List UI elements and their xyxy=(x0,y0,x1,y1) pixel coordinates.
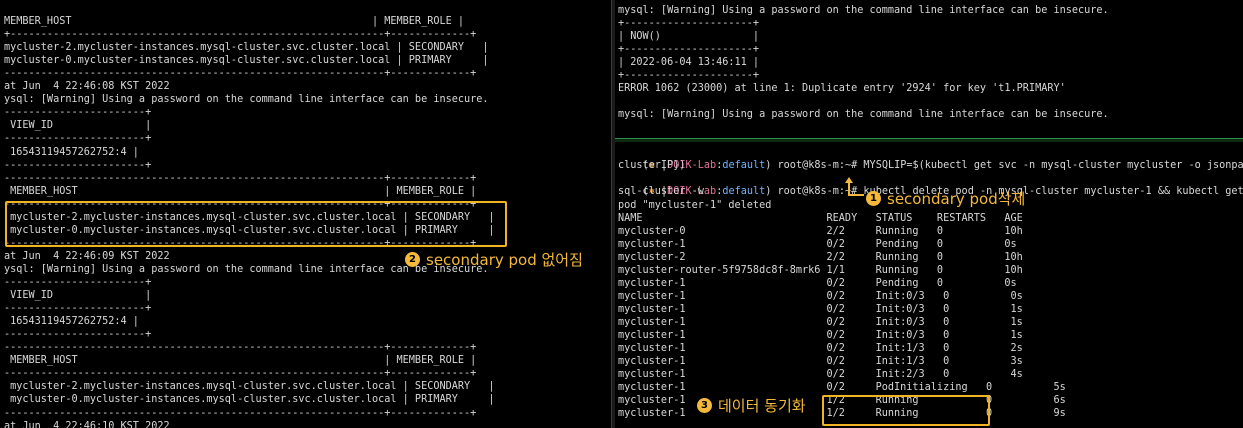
terminal-line: ----------------------------------------… xyxy=(4,172,477,184)
annotation-arrow xyxy=(848,183,864,196)
terminal-line: ----------------------------------------… xyxy=(4,407,477,419)
prompt-line-2: (⎈ |DOIK-Lab:default) root@k8s-m:~# kube… xyxy=(618,172,1243,197)
terminal-pane-right-top[interactable]: mysql: [Warning] Using a password on the… xyxy=(615,0,1243,138)
terminal-line: ----------------------------------------… xyxy=(4,342,477,354)
terminal-line: mycluster-1 0/2 Pending 0 0s xyxy=(618,239,1017,250)
terminal-line: ----------------------------------------… xyxy=(4,68,477,80)
terminal-line: mycluster-1 0/2 Init:2/3 0 4s xyxy=(618,369,1023,380)
terminal-line: mycluster-2.mycluster-instances.mysql-cl… xyxy=(4,42,489,54)
terminal-line: 16543119457262752:4 | xyxy=(4,146,139,158)
terminal-line: mycluster-router-5f9758dc8f-8mrk6 1/1 Ru… xyxy=(618,265,1023,276)
annotation-1-text: secondary pod삭제 xyxy=(887,190,1026,208)
terminal-line: mycluster-0 2/2 Running 0 10h xyxy=(618,226,1023,237)
terminal-line: MEMBER_HOST | MEMBER_ROLE | xyxy=(4,185,477,197)
terminal-line: -----------------------+ xyxy=(4,159,152,171)
terminal-line: mycluster-1 0/2 Init:1/3 0 3s xyxy=(618,356,1023,367)
annotation-3-text: 데이터 동기화 xyxy=(718,397,806,415)
terminal-line: -----------------------+ xyxy=(4,277,152,288)
prompt-user: root@k8s-m:~# xyxy=(771,160,864,171)
annotation-3: 3 데이터 동기화 xyxy=(697,395,806,416)
prompt-namespace: default xyxy=(722,160,766,171)
terminal-line: mysql: [Warning] Using a password on the… xyxy=(618,109,1109,120)
terminal-line: +---------------------+ xyxy=(618,70,760,81)
annotation-2: 2 secondary pod 없어짐 xyxy=(405,249,583,270)
terminal-line: mycluster-2.mycluster-instances.mysql-cl… xyxy=(4,381,495,393)
terminal-line: mycluster-1 0/2 Init:0/3 0 1s xyxy=(618,330,1023,341)
terminal-line: | NOW() | xyxy=(618,31,760,42)
terminal-line: ysql: [Warning] Using a password on the … xyxy=(4,94,489,106)
terminal-line: +---------------------------------------… xyxy=(4,29,477,41)
terminal-line: at Jun 4 22:46:08 KST 2022 xyxy=(4,81,170,93)
terminal-line: mycluster-0.mycluster-instances.mysql-cl… xyxy=(4,55,489,67)
terminal-line: -----------------------+ xyxy=(4,107,152,119)
terminal-pane-right-bottom[interactable]: (⎈ |DOIK-Lab:default) root@k8s-m:~# MYSQ… xyxy=(615,142,1243,428)
annotation-3-number: 3 xyxy=(697,398,712,413)
terminal-line: +---------------------+ xyxy=(618,18,760,29)
terminal-line: mysql: [Warning] Using a password on the… xyxy=(618,5,1109,16)
highlight-box-running xyxy=(822,395,990,426)
annotation-2-number: 2 xyxy=(405,252,420,267)
terminal-line: mycluster-0.mycluster-instances.mysql-cl… xyxy=(4,394,495,406)
terminal-line: ERROR 1062 (23000) at line 1: Duplicate … xyxy=(618,83,1066,94)
terminal-line: ----------------------------------------… xyxy=(4,368,477,380)
terminal-line: mycluster-1 0/2 Init:0/3 0 1s xyxy=(618,317,1023,328)
annotation-2-text: secondary pod 없어짐 xyxy=(426,251,583,269)
terminal-line: 16543119457262752:4 | xyxy=(4,316,139,328)
terminal-line: +---------------------+ xyxy=(618,44,760,55)
highlight-box-members xyxy=(5,201,507,247)
terminal-line: mycluster-1 0/2 Init:1/3 0 2s xyxy=(618,343,1023,354)
terminal-line: -----------------------+ xyxy=(4,329,152,341)
terminal-line: mycluster-2 2/2 Running 0 10h xyxy=(618,252,1023,263)
terminal-line: mycluster-1 0/2 Pending 0 0s xyxy=(618,278,1017,289)
annotation-arrow-head xyxy=(845,177,853,183)
prompt-line-1: (⎈ |DOIK-Lab:default) root@k8s-m:~# MYSQ… xyxy=(618,146,1243,171)
terminal-line: at Jun 4 22:46:10 KST 2022 xyxy=(4,420,170,428)
terminal-line: pod "mycluster-1" deleted xyxy=(618,200,772,211)
terminal-line: mycluster-1 0/2 Init:0/3 0 0s xyxy=(618,291,1023,302)
terminal-line: VIEW_ID | xyxy=(4,290,152,302)
command-continuation-2: sql-cluster -w xyxy=(618,186,704,197)
terminal-line: VIEW_ID | xyxy=(4,120,152,132)
terminal-line: -----------------------+ xyxy=(4,133,152,145)
command-text-1: MYSQLIP=$(kubectl get svc -n mysql-clust… xyxy=(863,160,1243,171)
terminal-line: NAME READY STATUS RESTARTS AGE xyxy=(618,213,1023,224)
annotation-1-number: 1 xyxy=(866,191,881,206)
annotation-1: 1 secondary pod삭제 xyxy=(866,188,1025,209)
terminal-line: MEMBER_HOST | MEMBER_ROLE | xyxy=(4,355,477,367)
prompt-namespace: default xyxy=(722,186,766,197)
command-continuation-1: clusterIP}) xyxy=(618,160,686,171)
terminal-line: mycluster-1 0/2 PodInitializing 0 5s xyxy=(618,382,1066,393)
terminal-line: MEMBER_HOST | MEMBER_ROLE | xyxy=(4,16,465,27)
terminal-line: | 2022-06-04 13:46:11 | xyxy=(618,57,760,68)
terminal-line: mycluster-1 0/2 Init:0/3 0 1s xyxy=(618,304,1023,315)
terminal-line: at Jun 4 22:46:09 KST 2022 xyxy=(4,250,170,262)
terminal-line: -----------------------+ xyxy=(4,303,152,315)
